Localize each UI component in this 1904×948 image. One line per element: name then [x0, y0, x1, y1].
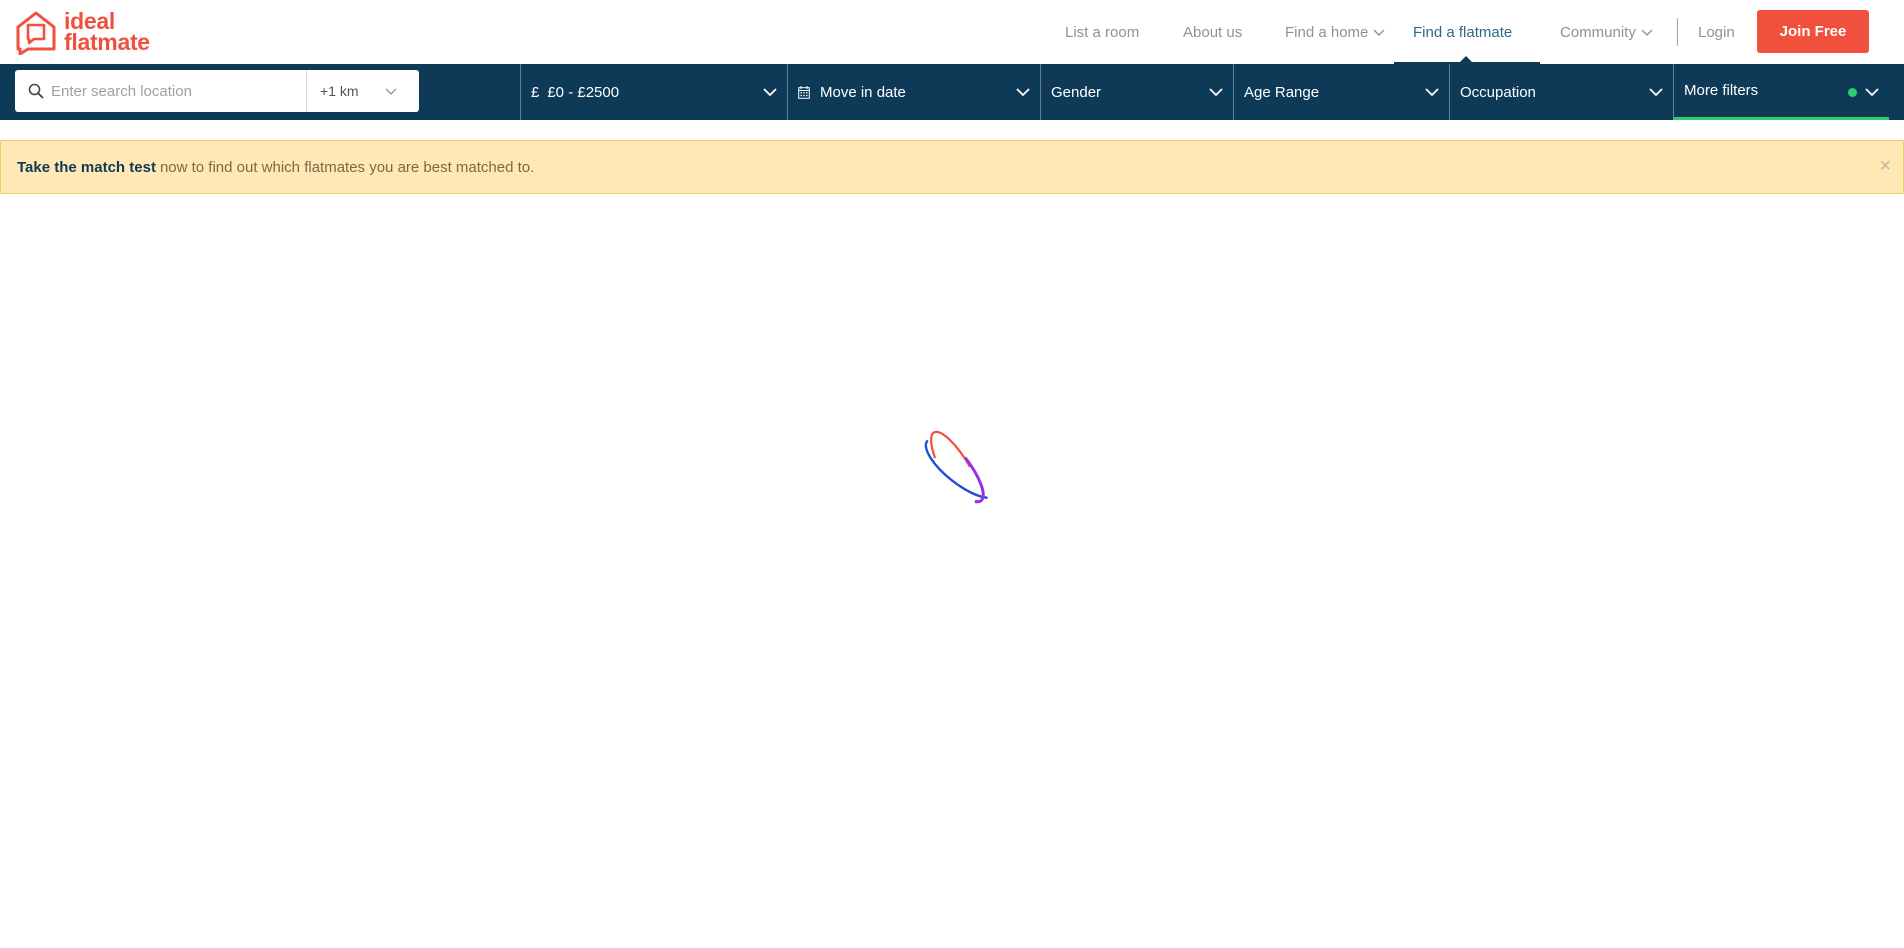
nav-about-us[interactable]: About us — [1183, 0, 1242, 64]
nav-label: List a room — [1065, 23, 1140, 41]
active-nav-caret — [1460, 56, 1472, 62]
pound-icon: £ — [531, 83, 540, 101]
more-filters-label: More filters — [1684, 82, 1759, 99]
more-filters-toggle[interactable]: More filters — [1673, 64, 1889, 120]
nav-divider — [1677, 18, 1678, 46]
search-icon — [28, 83, 44, 99]
nav-community[interactable]: Community — [1560, 0, 1653, 64]
join-free-button[interactable]: Join Free — [1757, 10, 1869, 53]
occupation-filter[interactable]: Occupation — [1449, 64, 1673, 120]
gender-label: Gender — [1051, 83, 1102, 101]
notice-text: now to find out which flatmates you are … — [159, 158, 535, 176]
radius-select[interactable]: +1 km — [307, 70, 419, 112]
nav-label: Find a home — [1285, 23, 1369, 41]
chevron-down-icon — [1016, 88, 1030, 97]
budget-value: £0 - £2500 — [547, 83, 620, 101]
move-in-label: Move in date — [820, 83, 906, 101]
move-in-date-filter[interactable]: Move in date — [787, 64, 1040, 120]
active-filter-dot — [1848, 88, 1857, 97]
location-search-input[interactable] — [49, 70, 319, 112]
age-range-filter[interactable]: Age Range — [1233, 64, 1449, 120]
chevron-down-icon — [763, 88, 777, 97]
chevron-down-icon — [1641, 29, 1653, 36]
chevron-down-icon — [1649, 88, 1663, 97]
nav-label: About us — [1183, 23, 1243, 41]
top-header: ideal flatmate List a room About us Find… — [0, 0, 1904, 64]
nav-find-a-home[interactable]: Find a home — [1285, 0, 1385, 64]
login-link[interactable]: Login — [1698, 0, 1735, 64]
location-search-box: +1 km — [15, 70, 419, 112]
close-icon[interactable]: × — [1879, 156, 1891, 176]
nav-label: Community — [1560, 23, 1636, 41]
chevron-down-icon — [1425, 88, 1439, 97]
gender-filter[interactable]: Gender — [1040, 64, 1233, 120]
nav-label: Find a flatmate — [1413, 23, 1513, 41]
budget-filter[interactable]: £ £0 - £2500 — [520, 64, 787, 120]
chevron-down-icon — [1865, 88, 1879, 97]
chevron-down-icon — [1209, 88, 1223, 97]
chevron-down-icon — [1373, 29, 1385, 36]
match-test-notice: Take the match test now to find out whic… — [0, 140, 1904, 194]
age-range-label: Age Range — [1244, 83, 1320, 101]
calendar-icon — [798, 85, 810, 99]
occupation-label: Occupation — [1460, 83, 1536, 101]
login-label: Login — [1698, 23, 1735, 41]
radius-value: +1 km — [320, 83, 359, 99]
nav-find-a-flatmate[interactable]: Find a flatmate — [1413, 0, 1512, 64]
match-test-link[interactable]: Take the match test — [17, 159, 156, 176]
nav-list-a-room[interactable]: List a room — [1065, 0, 1139, 64]
main-nav: List a room About us Find a home Find a … — [0, 0, 1904, 64]
search-filter-bar: +1 km £ £0 - £2500 Move in date Gender A… — [0, 64, 1904, 120]
loading-spinner-icon — [923, 428, 1000, 518]
chevron-down-icon — [385, 88, 397, 95]
